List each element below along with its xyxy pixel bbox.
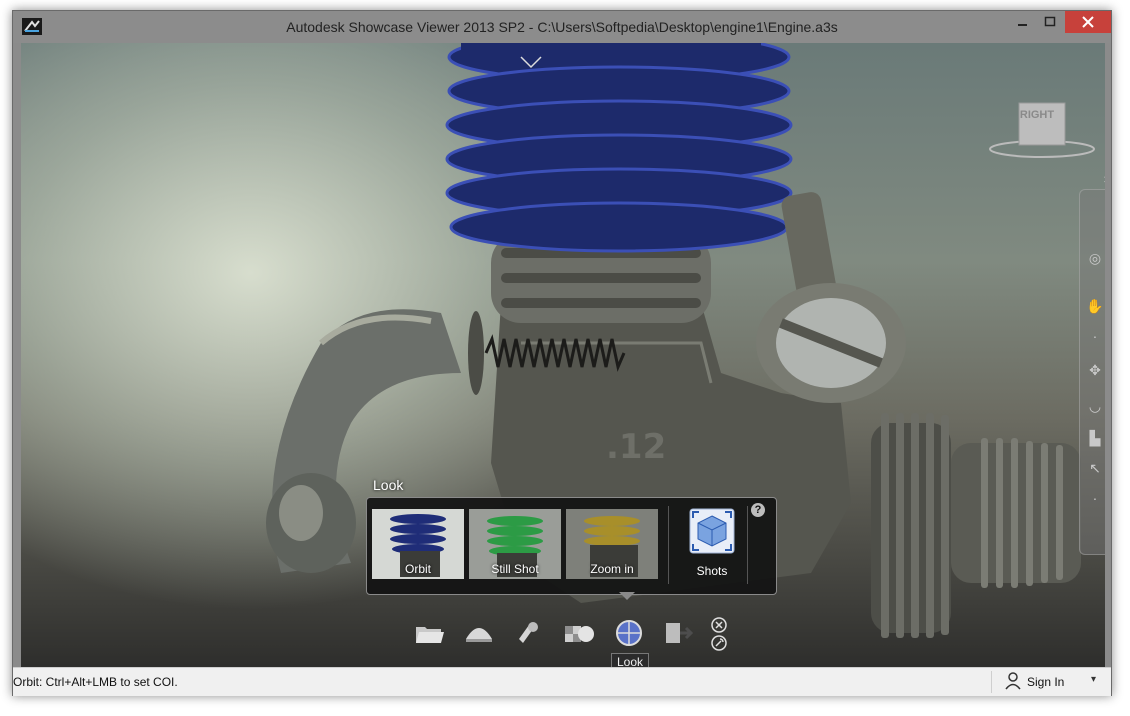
shots-label[interactable]: Shots — [683, 564, 741, 578]
look-icon[interactable] — [613, 619, 645, 647]
environment-dome-icon[interactable] — [463, 619, 495, 647]
look-panel-title: Look — [373, 477, 404, 493]
orbit-icon[interactable]: ✥ — [1086, 361, 1104, 379]
toolbar-close-icon[interactable] — [711, 617, 727, 633]
view-cube-face-label[interactable]: RIGHT — [1013, 109, 1061, 121]
look-panel: Orbit Still Shot Zoom in Shots ? — [366, 497, 777, 595]
toolbar-settings-wrench-icon[interactable] — [711, 635, 727, 651]
shots-icon[interactable] — [689, 508, 735, 554]
walk-icon[interactable]: ▙ — [1086, 429, 1104, 447]
status-bar: Orbit: Ctrl+Alt+LMB to set COI. Sign In … — [13, 667, 1111, 696]
look-around-icon[interactable]: ◡ — [1086, 397, 1104, 415]
look-panel-pointer — [619, 592, 635, 600]
panel-divider — [668, 506, 669, 584]
chevron-down-icon[interactable]: ▾ — [1091, 674, 1096, 685]
user-icon — [1005, 672, 1021, 690]
maximize-icon — [1044, 16, 1056, 27]
sign-in-label: Sign In — [1027, 675, 1065, 689]
center-icon[interactable]: · — [1086, 489, 1104, 507]
panel-divider — [747, 506, 748, 584]
open-folder-icon[interactable] — [413, 619, 445, 647]
title-bar[interactable]: Autodesk Showcase Viewer 2013 SP2 - C:\U… — [13, 11, 1111, 43]
lighting-icon[interactable] — [513, 619, 545, 647]
still-shot-thumbnail-label: Still Shot — [491, 562, 539, 576]
zoom-icon[interactable]: · — [1086, 327, 1104, 345]
zoom-in-thumbnail[interactable]: Zoom in — [566, 509, 658, 579]
window-title: Autodesk Showcase Viewer 2013 SP2 - C:\U… — [286, 19, 838, 35]
3d-viewport[interactable]: .12 RIGHT ◎ ✋ · ✥ ◡ ▙ ↖ · Look Orbit Sti… — [21, 43, 1105, 667]
rewind-icon[interactable]: ↖ — [1086, 459, 1104, 477]
svg-text:.12: .12 — [606, 427, 666, 467]
nav-bar-close-icon[interactable]: ✕ — [1103, 175, 1105, 186]
sign-in-button[interactable]: Sign In ▾ — [1003, 672, 1103, 692]
status-divider — [991, 671, 992, 693]
orbit-thumbnail-label: Orbit — [404, 562, 431, 576]
steering-wheel-icon[interactable]: ◎ — [1086, 249, 1104, 267]
minimize-button[interactable] — [1009, 11, 1035, 33]
materials-icon[interactable] — [563, 619, 595, 647]
orbit-thumbnail[interactable]: Orbit — [372, 509, 464, 579]
help-icon[interactable]: ? — [751, 503, 765, 517]
app-window: Autodesk Showcase Viewer 2013 SP2 - C:\U… — [12, 10, 1112, 696]
exit-icon[interactable] — [663, 619, 695, 647]
maximize-button[interactable] — [1037, 11, 1063, 33]
close-icon — [1082, 16, 1094, 28]
pan-icon[interactable]: ✋ — [1086, 297, 1104, 315]
status-message: Orbit: Ctrl+Alt+LMB to set COI. — [13, 675, 178, 689]
minimize-icon — [1018, 24, 1027, 26]
still-shot-thumbnail[interactable]: Still Shot — [469, 509, 561, 579]
look-tooltip: Look — [611, 653, 650, 667]
zoom-in-thumbnail-label: Zoom in — [590, 562, 634, 576]
close-button[interactable] — [1065, 11, 1111, 33]
